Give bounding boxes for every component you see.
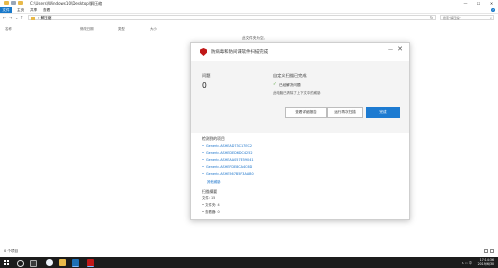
empty-folder-message: 此文件夹为空。	[242, 36, 268, 40]
folder-icon	[31, 16, 35, 20]
forward-arrow-icon[interactable]: →	[9, 15, 12, 20]
windows-start-icon[interactable]	[4, 260, 9, 265]
mcafee-shield-icon	[200, 48, 207, 56]
maximize-button[interactable]: ☐	[472, 0, 485, 7]
summary-stat: • 查看器: 0	[202, 210, 220, 214]
address-row: ← → ⌄ ↑ › 解压缩 ↻ ⌕	[0, 14, 498, 21]
threat-item[interactable]: • Generic.ASHEFDE8CA4C6D	[202, 165, 252, 169]
recent-locations-chevron-icon[interactable]: ⌄	[15, 15, 18, 20]
tab-share[interactable]: 共享	[27, 7, 40, 13]
checkmark-icon: ✓	[273, 82, 277, 87]
task-view-icon[interactable]	[30, 260, 37, 267]
refresh-icon[interactable]: ↻	[430, 16, 433, 20]
summary-stat: • 文件夹: 4	[202, 203, 220, 207]
large-icons-view-icon[interactable]	[490, 249, 494, 253]
view-switcher	[484, 249, 494, 253]
threat-item[interactable]: • Generic.ASHE567B5F3AAB0	[202, 172, 254, 176]
status-bar-count: 0 个项目	[4, 249, 19, 253]
scan-results-panel: 问题 0 自定义扫描已完成 ✓ 已经解决问题 此电脑已清除了上下文中的威胁 查看…	[191, 61, 409, 133]
title-bar: C:\Users\Windows10\Desktop\解压缩 — ☐ ✕	[0, 0, 498, 7]
threat-item[interactable]: • Generic.ASHEAA057E59041	[202, 158, 254, 162]
view-report-button[interactable]: 查看详细报告	[285, 107, 327, 118]
system-tray-icons[interactable]: ∧ ▭ 中	[461, 260, 472, 265]
issues-label: 问题	[202, 73, 211, 78]
help-icon[interactable]: ?	[491, 8, 495, 12]
clock-date: 2019/6/30	[477, 262, 494, 267]
run-scan-again-button[interactable]: 运行再次扫描	[327, 107, 363, 118]
dialog-close-button[interactable]: ✕	[397, 46, 403, 53]
quick-access-toolbar	[4, 1, 23, 5]
new-folder-icon[interactable]	[18, 1, 23, 5]
tab-file[interactable]: 文件	[0, 7, 12, 13]
detected-items-title: 检测到的项目	[202, 136, 225, 141]
close-button[interactable]: ✕	[485, 0, 498, 7]
taskbar: ∧ ▭ 中 17:14:36 2019/6/30	[0, 257, 498, 268]
search-input[interactable]	[441, 16, 487, 20]
scan-status-line: 已经解决问题	[279, 83, 301, 87]
up-arrow-icon[interactable]: ↑	[20, 15, 23, 20]
column-date-modified[interactable]: 修改日期	[80, 26, 94, 31]
tab-home[interactable]: 主页	[14, 7, 27, 13]
search-icon[interactable]	[17, 260, 24, 267]
column-header: 名称 修改日期 类型 大小	[0, 26, 498, 31]
more-threats-link[interactable]: 其他威胁	[207, 179, 221, 184]
column-type[interactable]: 类型	[118, 26, 125, 31]
minimize-button[interactable]: —	[459, 0, 472, 7]
dialog-title: 防病毒和防间谍软件扫描完成	[211, 50, 269, 55]
properties-icon[interactable]	[11, 1, 16, 5]
folder-icon[interactable]	[4, 1, 9, 5]
threat-item[interactable]: • Generic.ASHEDED6DC4252	[202, 151, 253, 155]
column-size[interactable]: 大小	[150, 26, 157, 31]
done-button[interactable]: 完成	[366, 107, 400, 118]
summary-stat: 文件: 15	[202, 196, 216, 200]
dialog-minimize-button[interactable]: —	[388, 47, 393, 53]
scan-status-detail: 此电脑已清除了上下文中的威胁	[273, 91, 321, 95]
scan-complete-dialog: 防病毒和防间谍软件扫描完成 — ✕ 问题 0 自定义扫描已完成 ✓ 已经解决问题…	[190, 42, 410, 220]
mcafee-app-icon[interactable]	[87, 259, 94, 267]
address-bar[interactable]: › 解压缩 ↻	[28, 15, 436, 20]
search-icon[interactable]: ⌕	[490, 16, 492, 20]
file-explorer-icon[interactable]	[59, 259, 66, 266]
browser-icon[interactable]	[46, 259, 53, 266]
search-box: ⌕	[440, 15, 494, 20]
threat-item[interactable]: • Generic.ASHEAD73C17EC2	[202, 144, 252, 148]
tab-view[interactable]: 查看	[40, 7, 53, 13]
breadcrumb[interactable]: › 解压缩	[38, 16, 51, 20]
window-controls: — ☐ ✕	[459, 0, 498, 7]
issues-count: 0	[202, 81, 207, 90]
dialog-header: 防病毒和防间谍软件扫描完成 — ✕	[191, 43, 409, 62]
store-app-icon[interactable]	[72, 259, 79, 267]
scan-status-title: 自定义扫描已完成	[273, 73, 307, 78]
back-arrow-icon[interactable]: ←	[3, 15, 6, 20]
clock[interactable]: 17:14:36 2019/6/30	[478, 258, 494, 267]
details-view-icon[interactable]	[484, 249, 488, 253]
ribbon-tabs: 文件 主页 共享 查看 ?	[0, 7, 498, 14]
column-name[interactable]: 名称	[5, 26, 12, 31]
